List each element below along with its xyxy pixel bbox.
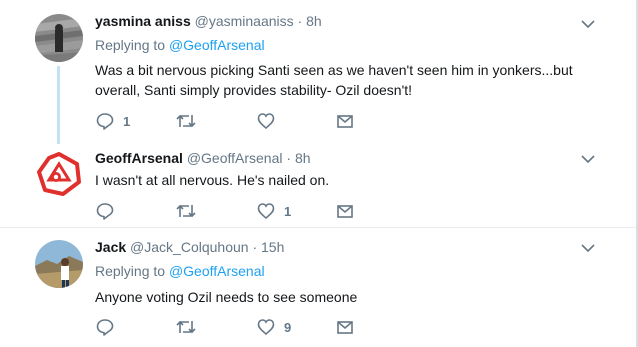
avatar[interactable] [35,150,83,198]
tweet-jack: Jack @Jack_Colquhoun · 15h Replying to @… [0,228,636,347]
tweet-actions: 9 [95,317,365,337]
reply-icon [95,111,115,131]
replying-to: Replying to @GeoffArsenal [95,263,265,279]
tweet-actions: 1 [95,201,365,221]
like-icon [256,111,276,131]
display-name[interactable]: GeoffArsenal [95,150,183,166]
chevron-down-icon[interactable] [578,149,598,169]
avatar[interactable] [35,240,83,288]
tweet-text: Anyone voting Ozil needs to see someone [95,289,358,305]
like-count: 9 [284,319,292,335]
dm-button[interactable] [335,317,355,337]
dm-icon [335,111,355,131]
thread-line [57,66,60,144]
retweet-button[interactable] [175,111,205,131]
replying-to-handle[interactable]: @GeoffArsenal [169,263,265,279]
timestamp[interactable]: 15h [261,239,284,255]
separator-dot: · [297,13,303,29]
replying-to-label: Replying to [95,263,166,279]
timestamp[interactable]: 8h [295,150,311,166]
display-name[interactable]: Jack [95,239,126,255]
tweet-actions: 1 [95,111,365,131]
user-handle[interactable]: @Jack_Colquhoun [130,239,249,255]
tweet-text: Was a bit nervous picking Santi seen as … [95,62,573,98]
replying-to-label: Replying to [95,37,166,53]
separator-dot: · [286,150,292,166]
retweet-icon [175,317,197,337]
reply-button[interactable]: 1 [95,111,130,131]
avatar[interactable] [35,14,83,62]
replying-to-handle[interactable]: @GeoffArsenal [169,37,265,53]
separator-dot: · [252,239,258,255]
retweet-button[interactable] [175,317,205,337]
dm-button[interactable] [335,111,355,131]
like-count: 1 [284,203,292,219]
tweet-header: yasmina aniss @yasminaaniss · 8h [95,13,322,29]
like-icon [256,201,276,221]
like-icon [256,317,276,337]
tweet-text: I wasn't at all nervous. He's nailed on. [95,172,330,188]
reply-count: 1 [123,113,131,129]
like-button[interactable]: 1 [256,201,291,221]
replying-to: Replying to @GeoffArsenal [95,37,265,53]
reply-icon [95,317,115,337]
dm-icon [335,317,355,337]
chevron-down-icon[interactable] [578,238,598,258]
display-name[interactable]: yasmina aniss [95,13,191,29]
tweet-header: GeoffArsenal @GeoffArsenal · 8h [95,150,311,166]
tweet-header: Jack @Jack_Colquhoun · 15h [95,239,284,255]
retweet-button[interactable] [175,201,205,221]
reply-button[interactable] [95,201,123,221]
retweet-icon [175,201,197,221]
dm-icon [335,201,355,221]
like-button[interactable]: 9 [256,317,291,337]
retweet-icon [175,111,197,131]
user-handle[interactable]: @GeoffArsenal [187,150,283,166]
user-handle[interactable]: @yasminaaniss [195,13,294,29]
timestamp[interactable]: 8h [306,13,322,29]
reply-icon [95,201,115,221]
chevron-down-icon[interactable] [578,14,598,34]
tweet-geoffarsenal: GeoffArsenal @GeoffArsenal · 8h I wasn't… [0,146,636,226]
like-button[interactable] [256,111,284,131]
tweet-yasmina: yasmina aniss @yasminaaniss · 8h Replyin… [0,0,636,146]
reply-button[interactable] [95,317,123,337]
dm-button[interactable] [335,201,355,221]
